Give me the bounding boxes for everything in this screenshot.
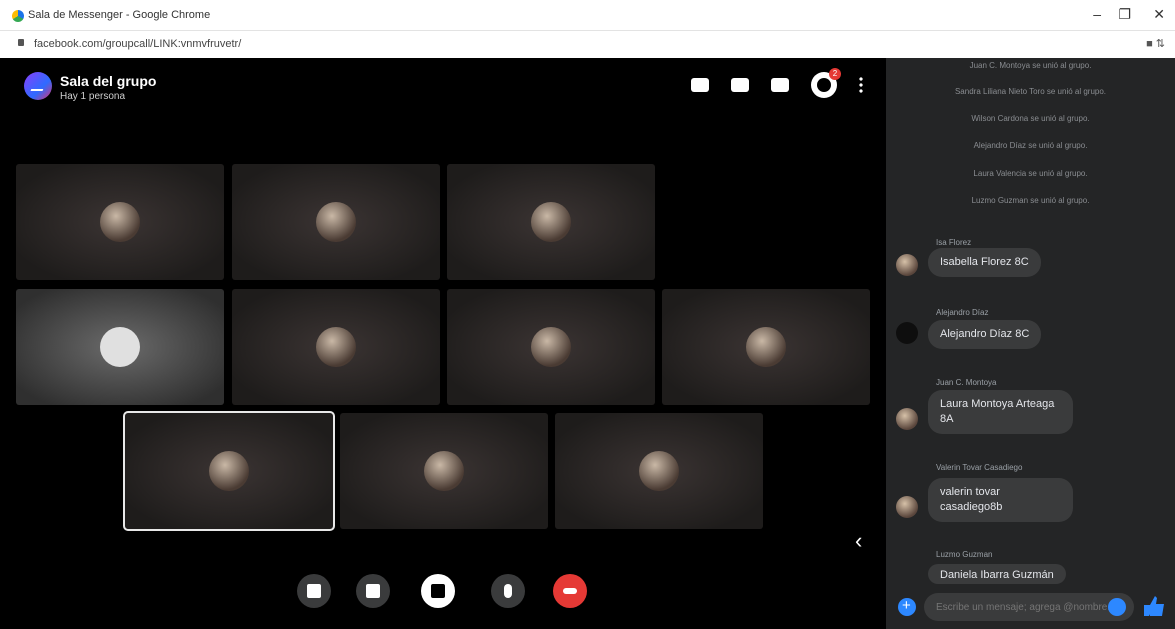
hang-up-icon	[563, 588, 577, 594]
participant-avatar	[639, 451, 679, 491]
thumbs-up-icon[interactable]	[1144, 596, 1164, 616]
people-icon	[366, 584, 380, 598]
game-controller-icon[interactable]	[691, 78, 709, 92]
video-tile[interactable]	[16, 164, 224, 280]
video-tile[interactable]	[447, 289, 655, 405]
collapse-chat-icon[interactable]: ‹	[855, 528, 862, 554]
sender-name: Alejandro Díaz	[936, 308, 989, 317]
system-message: Alejandro Díaz se unió al grupo.	[973, 141, 1088, 150]
chat-bubble[interactable]: Laura Montoya Arteaga 8A	[928, 390, 1073, 434]
sender-name: Luzmo Guzman	[936, 550, 993, 559]
chat-bubble[interactable]: valerin tovar casadiego8b	[928, 478, 1073, 522]
url-text[interactable]: facebook.com/groupcall/LINK:vnmvfruvetr/	[34, 38, 241, 50]
chat-bubble[interactable]: Daniela Ibarra Guzmán	[928, 564, 1066, 584]
more-options-icon[interactable]	[859, 76, 863, 94]
system-message: Laura Valencia se unió al grupo.	[973, 169, 1088, 178]
room-title: Sala del grupo	[60, 73, 157, 89]
call-controls	[10, 574, 590, 626]
sender-avatar[interactable]	[896, 496, 918, 518]
message-input[interactable]	[924, 593, 1134, 621]
chat-bubble[interactable]: Isabella Florez 8C	[928, 248, 1041, 277]
address-bar[interactable]: facebook.com/groupcall/LINK:vnmvfruvetr/…	[0, 31, 1175, 58]
participant-avatar	[100, 202, 140, 242]
emoji-icon[interactable]	[1108, 598, 1126, 616]
notification-badge: 2	[829, 68, 841, 80]
chat-panel: Juan C. Montoya se unió al grupo. Sandra…	[886, 58, 1175, 629]
plus-icon[interactable]	[898, 597, 916, 616]
sender-name: Isa Florez	[936, 238, 972, 247]
share-screen-button[interactable]	[297, 574, 331, 608]
close-button[interactable]: ✕	[1153, 6, 1165, 23]
sender-name: Valerin Tovar Casadiego	[936, 463, 1023, 472]
participant-avatar	[531, 327, 571, 367]
participant-avatar	[424, 451, 464, 491]
chat-bubble[interactable]: Alejandro Díaz 8C	[928, 320, 1042, 349]
browser-title-bar: Sala de Messenger - Google Chrome – ❐ ✕	[0, 0, 1175, 31]
microphone-button[interactable]	[491, 574, 525, 608]
participant-avatar	[209, 451, 249, 491]
participant-avatar	[531, 202, 571, 242]
participant-avatar	[316, 327, 356, 367]
video-tile[interactable]	[447, 164, 655, 280]
video-tile[interactable]	[16, 289, 224, 405]
minimize-button[interactable]: –	[1093, 6, 1101, 22]
system-message: Luzmo Guzman se unió al grupo.	[971, 196, 1090, 205]
extension-icons[interactable]: ■ ⇅	[1146, 37, 1165, 50]
microphone-icon	[504, 584, 512, 598]
video-tile[interactable]	[232, 289, 440, 405]
video-tile[interactable]	[232, 164, 440, 280]
participant-avatar	[316, 202, 356, 242]
sender-avatar[interactable]	[896, 322, 918, 344]
system-message: Wilson Cardona se unió al grupo.	[971, 114, 1090, 123]
watch-together-icon[interactable]	[731, 78, 749, 92]
video-tile[interactable]	[662, 289, 870, 405]
lock-icon	[18, 39, 24, 46]
chrome-logo-icon	[12, 10, 24, 22]
share-screen-icon	[307, 584, 321, 598]
messenger-logo-icon	[24, 72, 52, 100]
sender-avatar[interactable]	[896, 254, 918, 276]
message-composer	[886, 586, 1175, 629]
sender-avatar[interactable]	[896, 408, 918, 430]
effects-icon[interactable]: 2	[811, 68, 841, 98]
video-tile[interactable]	[555, 413, 763, 529]
camera-switch-icon[interactable]	[771, 78, 789, 92]
restore-button[interactable]: ❐	[1118, 6, 1131, 23]
camera-off-icon	[431, 584, 445, 598]
system-message: Sandra Liliana Nieto Toro se unió al gru…	[954, 87, 1107, 96]
room-subtitle: Hay 1 persona	[60, 91, 126, 102]
call-area: Sala del grupo Hay 1 persona 2 ‹	[10, 58, 883, 629]
sender-name: Juan C. Montoya	[936, 378, 997, 387]
video-tile-active[interactable]	[123, 411, 335, 531]
participants-button[interactable]	[356, 574, 390, 608]
participant-avatar	[746, 327, 786, 367]
system-message: Juan C. Montoya se unió al grupo.	[969, 61, 1092, 70]
window-title: Sala de Messenger - Google Chrome	[28, 9, 211, 21]
default-avatar-icon	[100, 327, 140, 367]
video-tile[interactable]	[340, 413, 548, 529]
call-top-toolbar: 2	[691, 68, 863, 98]
end-call-button[interactable]	[553, 574, 587, 608]
camera-off-button[interactable]	[421, 574, 455, 608]
